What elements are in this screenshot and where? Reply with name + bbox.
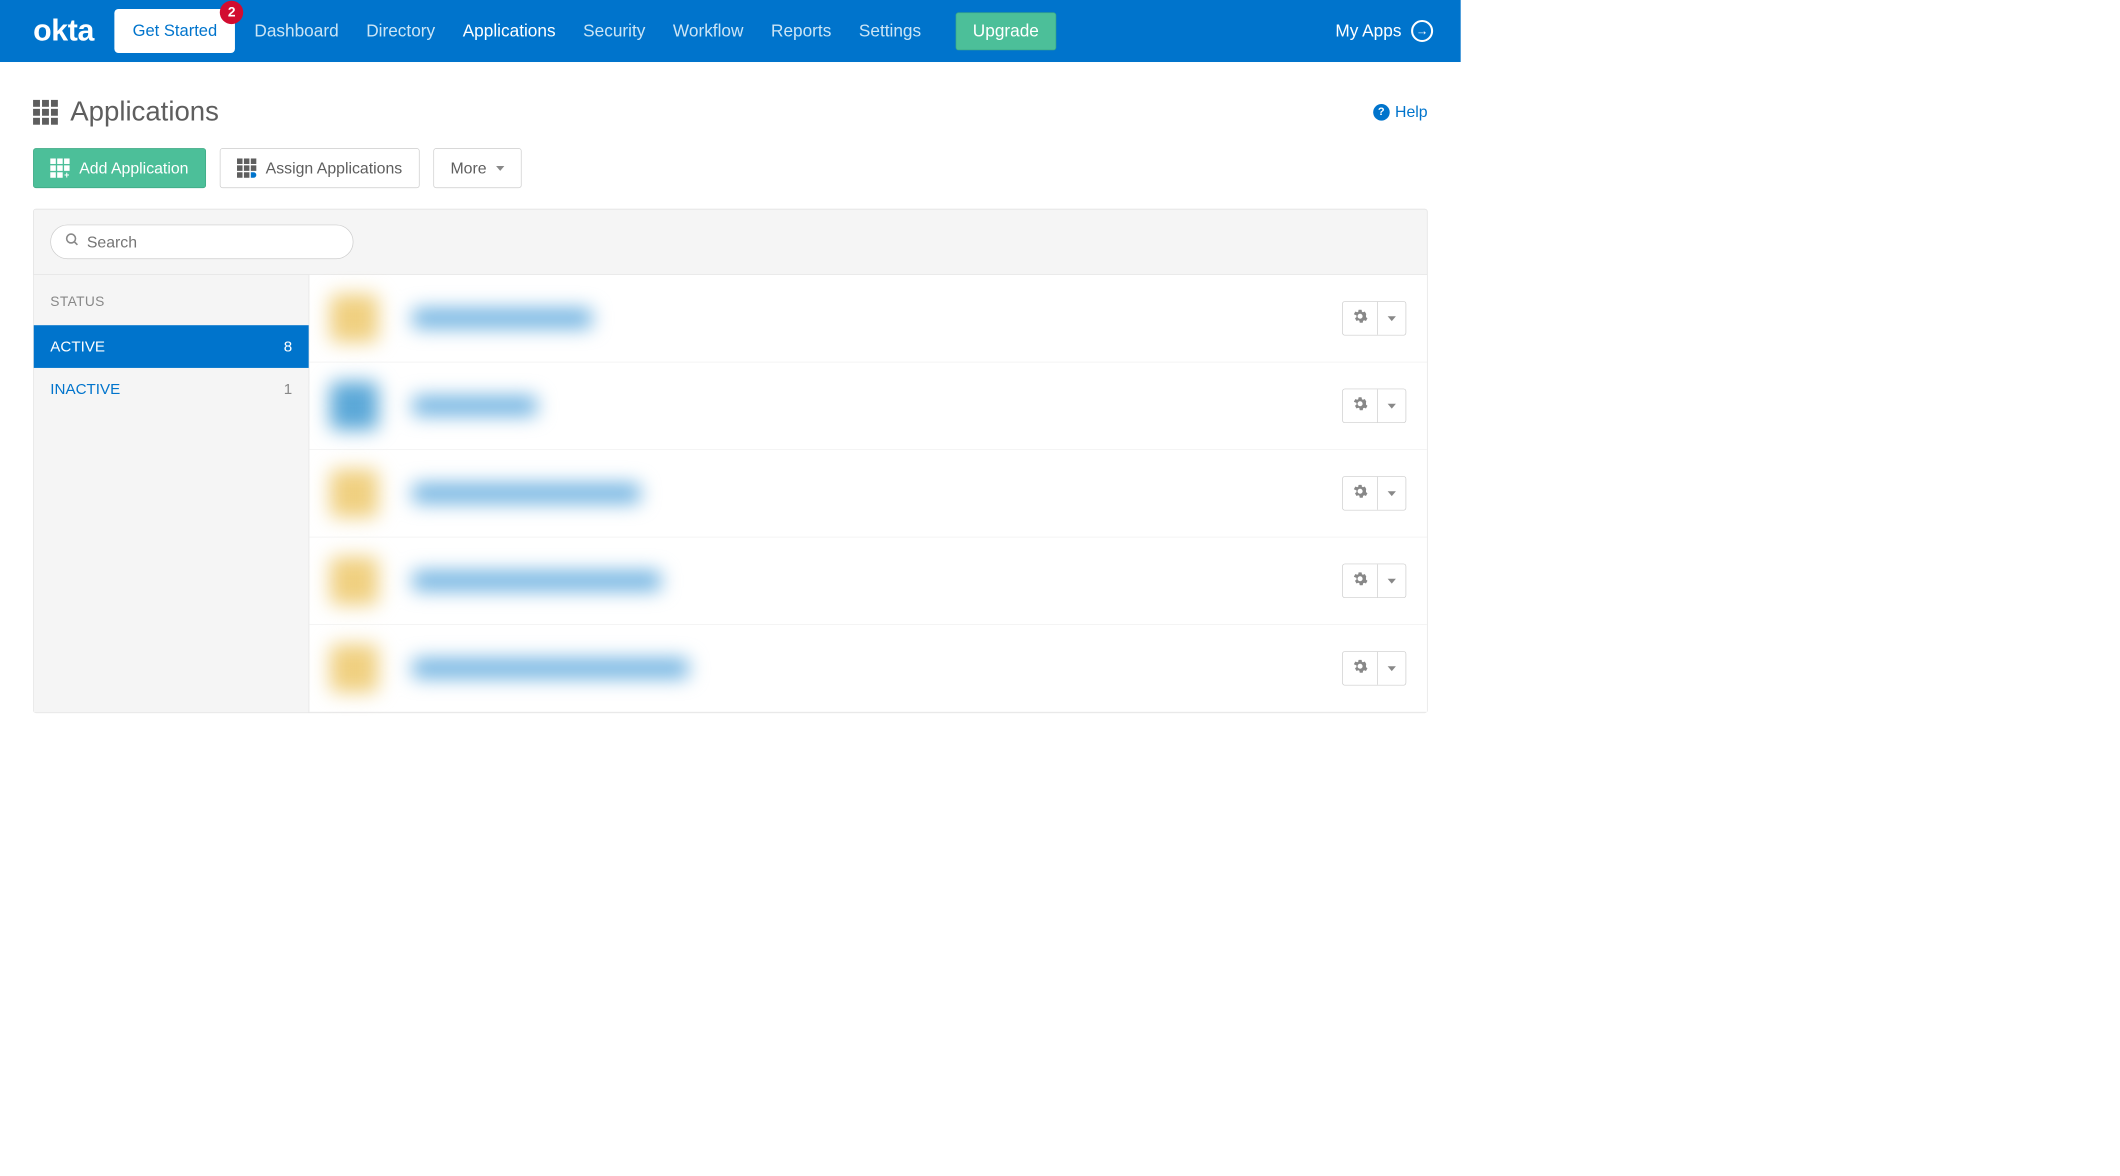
gear-icon bbox=[1353, 484, 1368, 503]
gear-section bbox=[1343, 564, 1378, 597]
app-blurred-content bbox=[330, 294, 1342, 342]
app-icon bbox=[330, 557, 378, 605]
chevron-down-icon bbox=[1388, 666, 1396, 671]
chevron-down-icon bbox=[1388, 316, 1396, 321]
content-body: STATUS ACTIVE 8 INACTIVE 1 bbox=[34, 275, 1427, 713]
caret-section bbox=[1378, 572, 1406, 591]
status-sidebar: STATUS ACTIVE 8 INACTIVE 1 bbox=[34, 275, 310, 713]
app-blurred-content bbox=[330, 382, 1342, 430]
gear-section bbox=[1343, 477, 1378, 510]
app-row[interactable] bbox=[309, 362, 1427, 450]
page-header: Applications ? Help bbox=[0, 62, 1461, 148]
get-started-label: Get Started bbox=[133, 21, 218, 40]
app-name bbox=[413, 659, 689, 678]
search-bar bbox=[34, 209, 1427, 274]
app-row[interactable] bbox=[309, 625, 1427, 713]
search-wrapper bbox=[50, 225, 353, 259]
app-name bbox=[413, 396, 537, 415]
action-row: Add Application Assign Applications More bbox=[0, 148, 1461, 209]
chevron-down-icon bbox=[1388, 491, 1396, 496]
sidebar-active-label: ACTIVE bbox=[50, 338, 105, 356]
help-link[interactable]: ? Help bbox=[1373, 103, 1428, 122]
gear-icon bbox=[1353, 396, 1368, 415]
search-icon bbox=[65, 232, 80, 251]
my-apps-link[interactable]: My Apps → bbox=[1335, 20, 1433, 42]
sidebar-item-active[interactable]: ACTIVE 8 bbox=[34, 325, 309, 368]
gear-icon bbox=[1353, 659, 1368, 678]
chevron-down-icon bbox=[1388, 578, 1396, 583]
sidebar-active-count: 8 bbox=[284, 338, 292, 356]
gear-section bbox=[1343, 389, 1378, 422]
app-name bbox=[413, 309, 592, 328]
caret-section bbox=[1378, 484, 1406, 503]
help-icon: ? bbox=[1373, 104, 1390, 121]
app-icon bbox=[330, 382, 378, 430]
main-content: STATUS ACTIVE 8 INACTIVE 1 bbox=[33, 209, 1428, 713]
my-apps-label: My Apps bbox=[1335, 21, 1401, 41]
nav-reports[interactable]: Reports bbox=[771, 21, 831, 41]
app-blurred-content bbox=[330, 469, 1342, 517]
grid-plus-icon bbox=[50, 158, 69, 177]
app-blurred-content bbox=[330, 644, 1342, 692]
search-input[interactable] bbox=[87, 233, 339, 252]
app-row[interactable] bbox=[309, 450, 1427, 538]
caret-section bbox=[1378, 659, 1406, 678]
gear-icon bbox=[1353, 309, 1368, 328]
app-icon bbox=[330, 644, 378, 692]
sidebar-title: STATUS bbox=[34, 275, 309, 325]
app-blurred-content bbox=[330, 557, 1342, 605]
arrow-right-circle-icon: → bbox=[1411, 20, 1433, 42]
gear-section bbox=[1343, 652, 1378, 685]
app-action-dropdown[interactable] bbox=[1342, 651, 1406, 685]
app-action-dropdown[interactable] bbox=[1342, 301, 1406, 335]
add-application-button[interactable]: Add Application bbox=[33, 148, 206, 188]
app-icon bbox=[330, 469, 378, 517]
app-icon bbox=[330, 294, 378, 342]
caret-section bbox=[1378, 309, 1406, 328]
get-started-button[interactable]: Get Started 2 bbox=[115, 9, 235, 53]
gear-icon bbox=[1353, 571, 1368, 590]
nav-items: Dashboard Directory Applications Securit… bbox=[254, 12, 1056, 50]
assign-applications-label: Assign Applications bbox=[266, 159, 403, 178]
top-navbar: okta Get Started 2 Dashboard Directory A… bbox=[0, 0, 1461, 62]
app-action-dropdown[interactable] bbox=[1342, 564, 1406, 598]
application-list bbox=[309, 275, 1427, 713]
app-row[interactable] bbox=[309, 275, 1427, 363]
nav-dashboard[interactable]: Dashboard bbox=[254, 21, 338, 41]
app-action-dropdown[interactable] bbox=[1342, 389, 1406, 423]
chevron-down-icon bbox=[496, 166, 504, 171]
caret-section bbox=[1378, 397, 1406, 416]
app-name bbox=[413, 484, 640, 503]
nav-security[interactable]: Security bbox=[583, 21, 645, 41]
more-label: More bbox=[450, 159, 486, 178]
sidebar-item-inactive[interactable]: INACTIVE 1 bbox=[34, 368, 309, 411]
sidebar-inactive-label: INACTIVE bbox=[50, 380, 120, 398]
nav-directory[interactable]: Directory bbox=[366, 21, 435, 41]
nav-workflow[interactable]: Workflow bbox=[673, 21, 744, 41]
app-name bbox=[413, 571, 661, 590]
chevron-down-icon bbox=[1388, 403, 1396, 408]
page-title: Applications bbox=[70, 96, 219, 127]
grid-key-icon bbox=[237, 158, 256, 177]
nav-applications[interactable]: Applications bbox=[463, 21, 556, 41]
assign-applications-button[interactable]: Assign Applications bbox=[220, 148, 420, 188]
app-row[interactable] bbox=[309, 537, 1427, 625]
sidebar-inactive-count: 1 bbox=[284, 380, 292, 398]
more-button[interactable]: More bbox=[433, 148, 521, 188]
gear-section bbox=[1343, 302, 1378, 335]
nav-settings[interactable]: Settings bbox=[859, 21, 921, 41]
app-action-dropdown[interactable] bbox=[1342, 476, 1406, 510]
notification-badge: 2 bbox=[220, 1, 243, 24]
apps-grid-icon bbox=[33, 100, 58, 125]
upgrade-button[interactable]: Upgrade bbox=[956, 12, 1057, 50]
add-application-label: Add Application bbox=[79, 159, 188, 178]
okta-logo: okta bbox=[33, 14, 94, 48]
help-label: Help bbox=[1395, 103, 1428, 122]
